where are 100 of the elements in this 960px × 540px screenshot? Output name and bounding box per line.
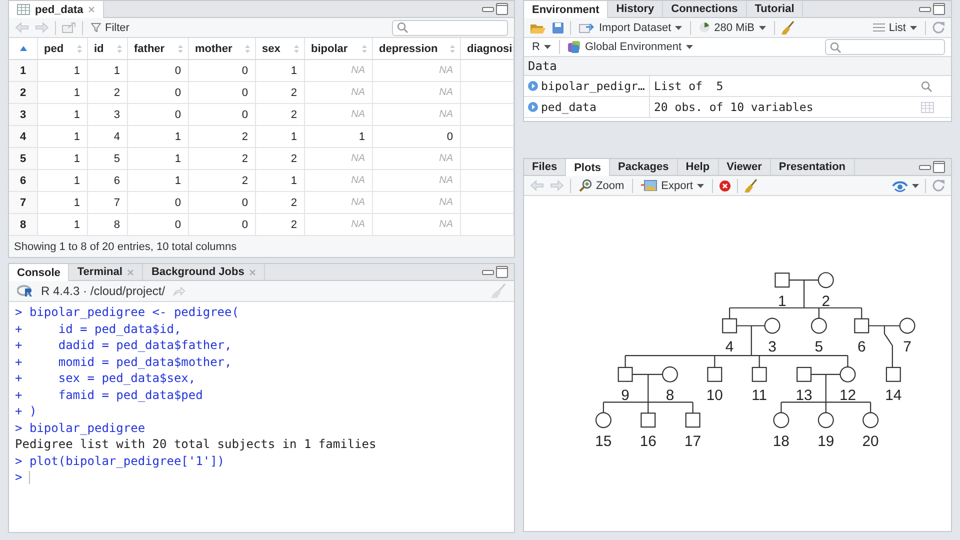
filter-button[interactable]: Filter <box>89 22 132 34</box>
table-cell: NA <box>305 60 373 82</box>
minimize-icon[interactable] <box>919 164 931 170</box>
close-icon[interactable] <box>249 268 256 276</box>
maximize-icon[interactable] <box>496 3 508 15</box>
popout-icon[interactable] <box>62 22 76 33</box>
object-name[interactable]: ped_data <box>541 100 596 114</box>
expand-icon[interactable] <box>528 81 538 91</box>
import-dataset-button[interactable]: Import Dataset <box>577 22 684 34</box>
row-number: 2 <box>9 82 38 104</box>
pane-tab[interactable]: Plots <box>566 159 610 176</box>
console-line: + famid = ped_data$ped <box>15 386 203 403</box>
broom-icon[interactable] <box>744 178 758 192</box>
node-label: 19 <box>818 434 834 450</box>
table-cell <box>461 170 514 192</box>
table-cell: 0 <box>128 104 189 126</box>
view-mode-button[interactable]: List <box>870 22 919 34</box>
maximize-icon[interactable] <box>933 161 945 173</box>
table-cell: 2 <box>256 192 305 214</box>
table-icon <box>17 4 30 15</box>
export-button[interactable]: Export <box>639 180 706 192</box>
column-header[interactable]: father <box>128 38 189 60</box>
node-label: 18 <box>772 434 790 450</box>
object-name[interactable]: bipolar_pedigr… <box>541 79 645 93</box>
table-cell: 2 <box>256 148 305 170</box>
table-cell: NA <box>373 60 461 82</box>
node-label: 12 <box>839 388 856 404</box>
square-symbol <box>685 412 700 428</box>
square-symbol <box>854 318 870 334</box>
sort-icon <box>450 44 455 52</box>
column-header[interactable]: id <box>88 38 128 60</box>
layers-icon <box>568 41 581 53</box>
minimize-icon[interactable] <box>482 6 494 12</box>
caret-icon <box>910 26 917 30</box>
expand-icon[interactable] <box>528 102 538 112</box>
node-label: 20 <box>862 434 879 450</box>
table-cell: NA <box>373 192 461 214</box>
column-header[interactable]: diagnosi <box>461 38 514 60</box>
row-number: 5 <box>9 148 38 170</box>
delete-icon[interactable] <box>718 180 731 192</box>
pane-tab[interactable]: Console <box>9 264 70 281</box>
pane-tab[interactable]: ped_data <box>9 1 104 18</box>
console-line: > bipolar_pedigree <box>15 420 146 436</box>
refresh-icon[interactable] <box>932 179 945 192</box>
table-cell: 0 <box>189 104 256 126</box>
back-arrow-icon[interactable] <box>15 22 29 33</box>
column-header[interactable]: mother <box>189 38 256 60</box>
environment-button[interactable]: Global Environment <box>566 41 695 53</box>
maximize-icon[interactable] <box>933 3 945 15</box>
table-cell: 1 <box>38 170 88 192</box>
square-symbol <box>886 366 901 382</box>
caret-icon <box>675 26 682 30</box>
column-header[interactable]: ped <box>38 38 88 60</box>
table-cell: 1 <box>128 126 189 148</box>
row-number: 8 <box>9 214 38 236</box>
node-label: 15 <box>595 434 612 450</box>
open-folder-icon[interactable] <box>530 22 546 34</box>
circle-symbol <box>773 412 790 428</box>
table-cell <box>461 104 514 126</box>
forward-arrow-icon[interactable] <box>35 22 49 33</box>
column-header[interactable]: depression <box>373 38 461 60</box>
table-cell: 1 <box>38 126 88 148</box>
close-icon[interactable] <box>127 268 134 276</box>
refresh-icon[interactable] <box>932 21 945 34</box>
table-cell: 1 <box>128 148 189 170</box>
minimize-icon[interactable] <box>919 6 931 12</box>
node-label: 14 <box>885 388 902 404</box>
broom-icon[interactable] <box>780 20 794 34</box>
table-cell: 2 <box>189 126 256 148</box>
back-arrow-icon[interactable] <box>530 180 544 191</box>
minimize-icon[interactable] <box>482 270 494 274</box>
language-button[interactable]: R <box>530 41 553 53</box>
forward-arrow-icon[interactable] <box>550 180 564 191</box>
console-line: + sex = ped_data$sex, <box>15 370 196 386</box>
save-icon[interactable] <box>552 22 564 34</box>
console-line: Pedigree list with 20 total subjects in 1 families <box>15 436 376 452</box>
close-icon[interactable] <box>88 6 96 13</box>
console-line: + ) <box>15 403 37 420</box>
search-field[interactable] <box>392 20 508 36</box>
table-cell: 5 <box>88 148 128 170</box>
pane-tab[interactable]: Environment <box>524 1 608 18</box>
node-label: 5 <box>814 340 824 356</box>
table-cell: NA <box>373 104 461 126</box>
column-header[interactable]: sex <box>256 38 305 60</box>
maximize-icon[interactable] <box>496 266 508 278</box>
table-cell: NA <box>373 82 461 104</box>
pane-tab[interactable]: Viewer <box>718 159 771 175</box>
sort-up-icon[interactable] <box>20 46 27 51</box>
node-label: 8 <box>666 388 674 404</box>
zoom-button[interactable]: Zoom <box>577 179 626 192</box>
search-field[interactable] <box>825 39 945 55</box>
table-cell: 0 <box>128 82 189 104</box>
publish-icon[interactable] <box>892 180 908 192</box>
go-to-directory-icon[interactable] <box>173 286 186 296</box>
memory-usage-button[interactable]: 280 MiB <box>697 22 768 34</box>
table-cell: 3 <box>88 104 128 126</box>
column-header[interactable]: bipolar <box>305 38 373 60</box>
search-icon <box>921 80 932 92</box>
pie-chart-icon <box>699 22 710 33</box>
table-cell <box>461 192 514 214</box>
